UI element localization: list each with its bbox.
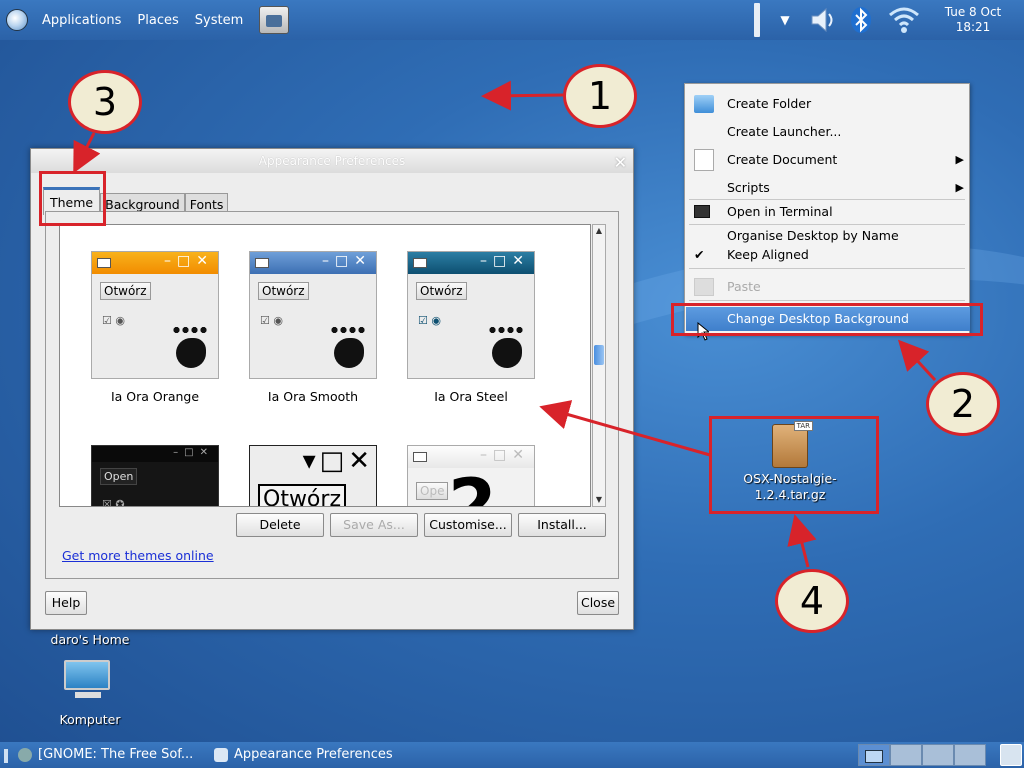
panel-handle — [4, 749, 8, 763]
bottom-panel: [GNOME: The Free Sof... Appearance Prefe… — [0, 742, 1024, 768]
workspace-2[interactable] — [890, 744, 922, 766]
task-appearance-preferences[interactable]: Appearance Preferences — [214, 742, 393, 768]
trash-icon[interactable] — [1000, 744, 1022, 766]
workspace-3[interactable] — [922, 744, 954, 766]
workspace-1[interactable] — [858, 744, 890, 766]
browser-icon — [18, 747, 32, 762]
callout-1: 1 — [563, 64, 637, 128]
preferences-icon — [214, 747, 228, 762]
callout-4: 4 — [775, 569, 849, 633]
task-gnome-browser[interactable]: [GNOME: The Free Sof... — [18, 742, 193, 768]
task-label: [GNOME: The Free Sof... — [38, 747, 194, 762]
callout-2: 2 — [926, 372, 1000, 436]
workspace-switcher — [858, 744, 986, 766]
callout-3: 3 — [68, 70, 142, 134]
annotation-arrows — [73, 80, 937, 568]
annotation-box-theme-tab — [39, 171, 106, 226]
annotation-box-change-background — [671, 303, 983, 336]
workspace-4[interactable] — [954, 744, 986, 766]
task-label: Appearance Preferences — [234, 747, 393, 762]
annotation-box-archive — [709, 416, 879, 514]
